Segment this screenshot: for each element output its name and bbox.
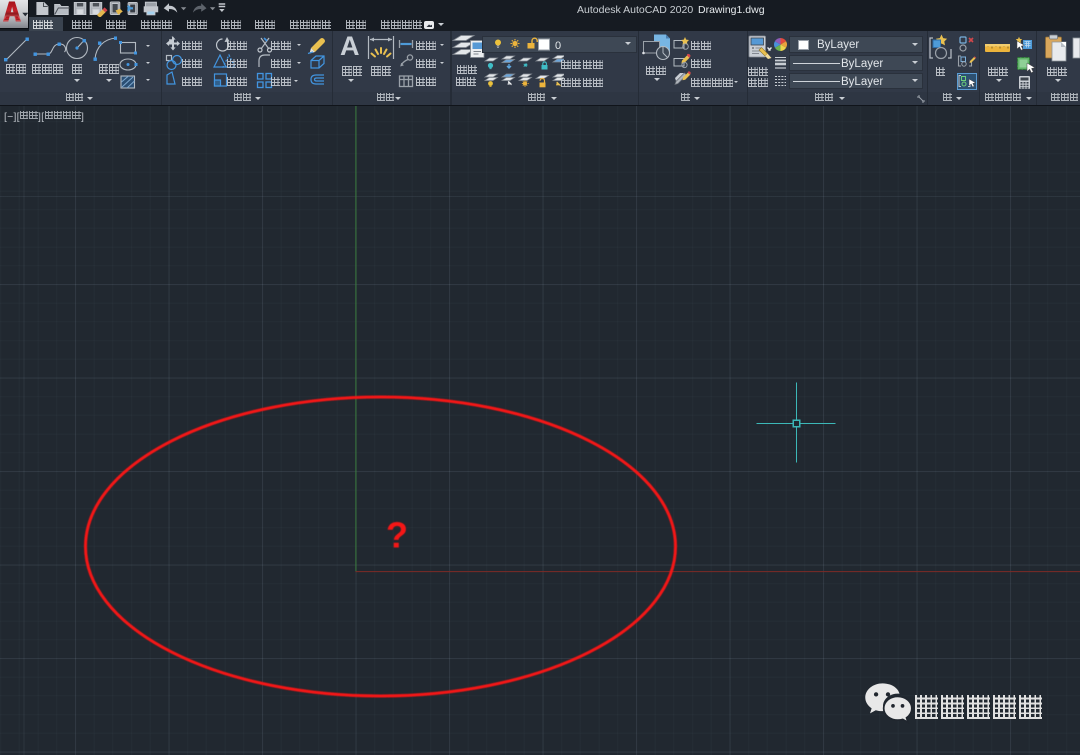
- svg-text:?: ?: [386, 515, 408, 556]
